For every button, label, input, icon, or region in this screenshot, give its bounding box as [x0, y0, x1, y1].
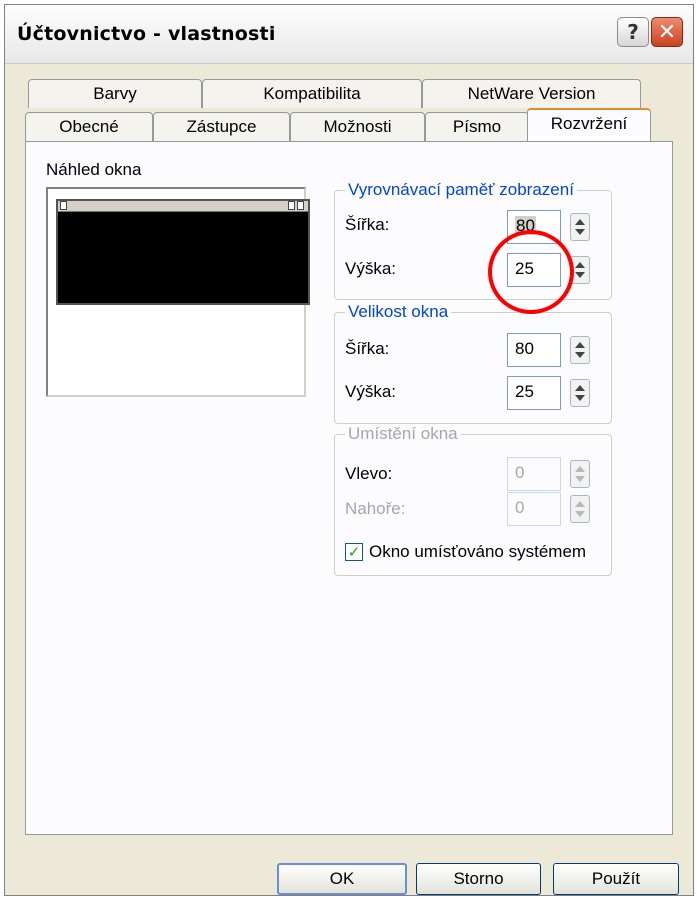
tab-kompatibilita[interactable]: Kompatibilita: [202, 79, 422, 108]
console-preview-close-icon: [297, 201, 304, 210]
close-button[interactable]: ✕: [651, 17, 683, 47]
window-width-label: Šířka:: [345, 339, 390, 358]
system-position-label[interactable]: Okno umísťováno systémem: [369, 542, 586, 562]
window-top-input[interactable]: 0: [507, 492, 561, 526]
tab-obecne[interactable]: Obecné: [25, 112, 153, 141]
tab-moznosti[interactable]: Možnosti: [290, 112, 425, 141]
spin-up-icon: [575, 385, 585, 391]
spin-down-icon: [575, 272, 585, 278]
buffer-width-spinner[interactable]: [570, 213, 590, 241]
tab-rozvrzeni[interactable]: Rozvržení: [527, 108, 651, 141]
system-position-checkbox[interactable]: ✓: [345, 543, 363, 561]
window-height-label: Výška:: [345, 382, 397, 401]
cancel-button[interactable]: Storno: [416, 863, 541, 895]
window-height-input[interactable]: 25: [507, 376, 561, 410]
window-top-label: Nahoře:: [345, 499, 406, 518]
window-size-group: Velikost okna Šířka: 80 Výška: 25: [334, 302, 612, 424]
window-top-spinner[interactable]: [570, 495, 590, 523]
preview-label: Náhled okna: [46, 160, 142, 179]
close-icon: ✕: [657, 19, 677, 45]
tab-pismo[interactable]: Písmo: [425, 112, 529, 141]
spin-up-icon: [575, 219, 585, 225]
window-preview: [46, 187, 310, 397]
window-left-label: Vlevo:: [345, 464, 393, 483]
console-preview: [56, 199, 310, 305]
apply-button[interactable]: Použít: [553, 863, 679, 895]
buffer-height-label: Výška:: [345, 259, 397, 278]
spin-up-icon: [575, 262, 585, 268]
spin-down-icon: [575, 476, 585, 482]
window-height-spinner[interactable]: [570, 379, 590, 407]
console-preview-system-icon: [60, 201, 67, 210]
spin-down-icon: [575, 229, 585, 235]
window-position-group-title: Umístění okna: [345, 424, 461, 444]
window-left-spinner[interactable]: [570, 460, 590, 488]
console-preview-titlebar: [58, 201, 308, 212]
spin-up-icon: [575, 501, 585, 507]
spin-down-icon: [575, 395, 585, 401]
properties-dialog: Účtovnictvo - vlastnosti ? ✕ Barvy Kompa…: [4, 4, 694, 896]
window-width-input[interactable]: 80: [507, 333, 561, 367]
help-icon: ?: [627, 20, 639, 44]
title-bar[interactable]: Účtovnictvo - vlastnosti ? ✕: [5, 5, 693, 64]
ok-button[interactable]: OK: [277, 863, 407, 895]
window-width-spinner[interactable]: [570, 336, 590, 364]
spin-up-icon: [575, 466, 585, 472]
window-size-group-title: Velikost okna: [345, 302, 452, 322]
help-button[interactable]: ?: [617, 17, 649, 47]
spin-up-icon: [575, 342, 585, 348]
tab-netware-version[interactable]: NetWare Version: [422, 79, 641, 108]
tab-barvy[interactable]: Barvy: [28, 79, 202, 108]
spin-down-icon: [575, 511, 585, 517]
window-title: Účtovnictvo - vlastnosti: [17, 23, 276, 45]
tab-zastupce[interactable]: Zástupce: [153, 112, 290, 141]
window-left-input[interactable]: 0: [507, 457, 561, 491]
buffer-size-group-title: Vyrovnávací paměť zobrazení: [345, 180, 577, 200]
checkmark-icon: ✓: [347, 543, 361, 561]
annotation-circle: [488, 230, 574, 314]
tab-panel-rozvrzeni: Náhled okna Vyrovnávací paměť zobrazení …: [25, 141, 673, 835]
spin-down-icon: [575, 352, 585, 358]
console-preview-minimize-icon: [288, 201, 295, 210]
buffer-width-label: Šířka:: [345, 215, 390, 234]
tab-strip: Barvy Kompatibilita NetWare Version Obec…: [5, 63, 693, 143]
window-position-group: Umístění okna Vlevo: 0 Nahoře: 0 ✓ Okno …: [334, 424, 612, 576]
